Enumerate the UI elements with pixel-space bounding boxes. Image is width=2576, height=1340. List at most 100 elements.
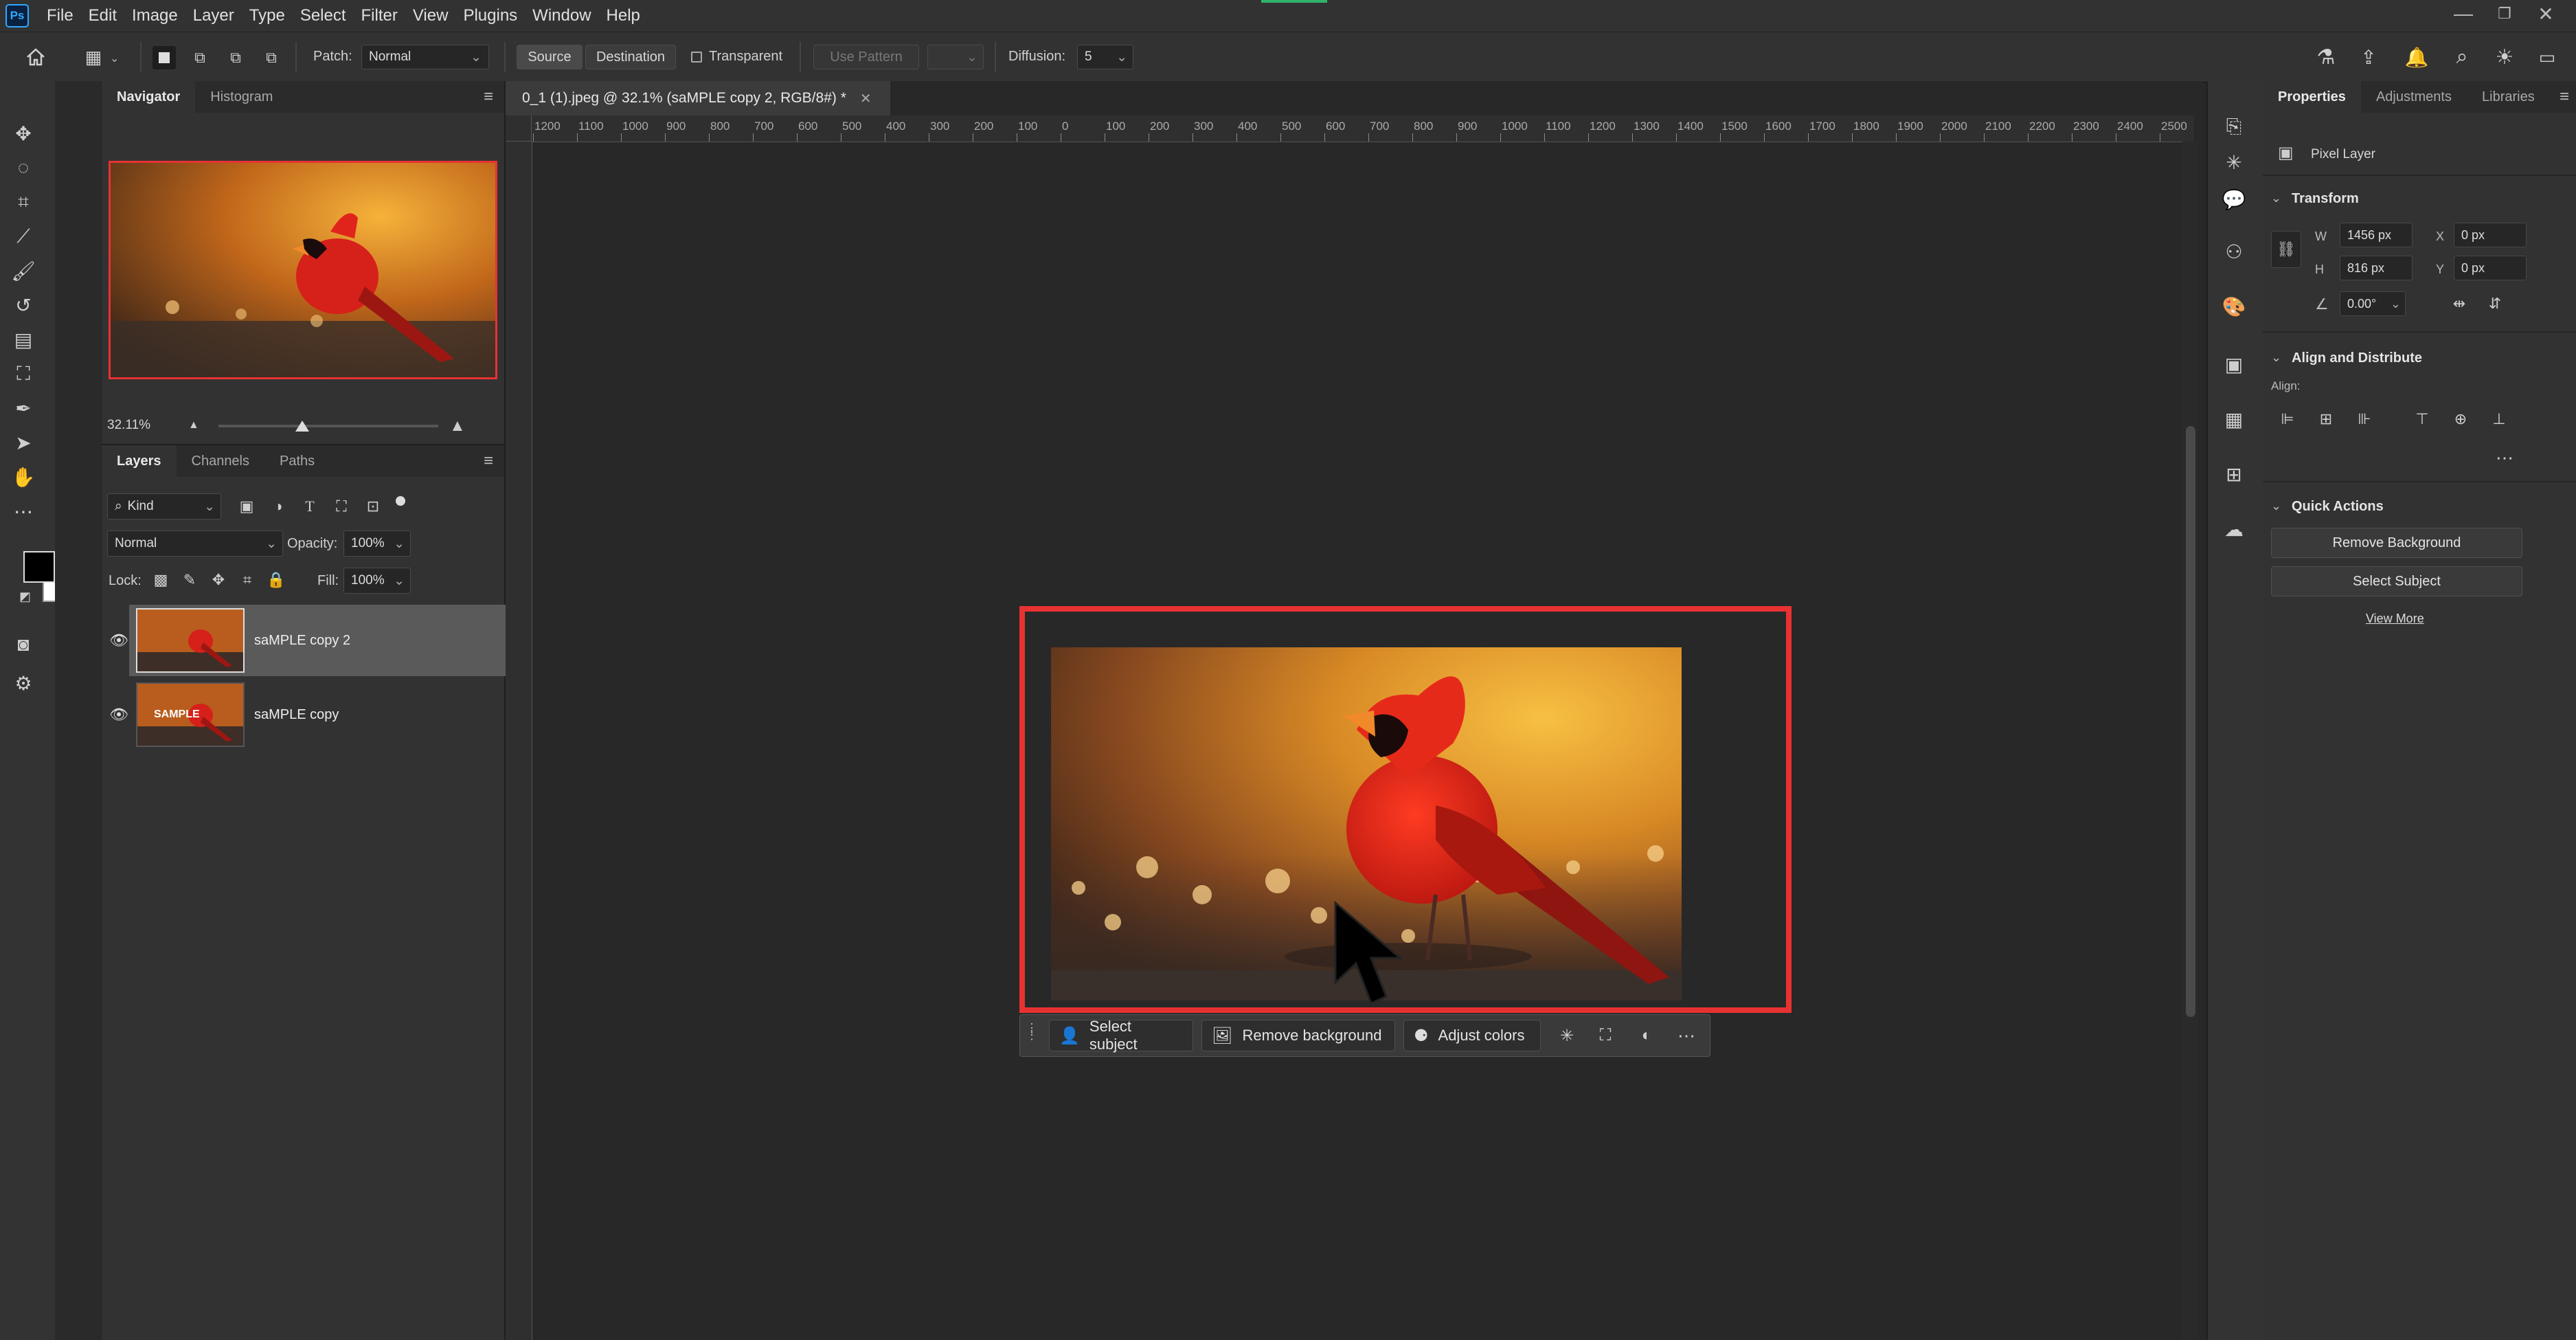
lightbulb-icon[interactable]: ☀	[2489, 42, 2520, 72]
panel-menu-icon[interactable]: ≡	[484, 81, 493, 113]
flask-icon[interactable]: ⚗	[2311, 42, 2341, 72]
diffusion-select[interactable]: 5 ⌄	[1077, 45, 1133, 69]
align-top-icon[interactable]: ⊤	[2410, 407, 2434, 432]
move-tool-icon[interactable]: ✥	[10, 120, 37, 147]
height-input[interactable]: 816 px	[2340, 256, 2413, 280]
menu-layer[interactable]: Layer	[193, 6, 234, 25]
tab-histogram[interactable]: Histogram	[195, 81, 288, 113]
table-icon[interactable]: ⊞	[2219, 459, 2249, 489]
adjust-colors-button[interactable]: ⚈ Adjust colors	[1403, 1020, 1541, 1051]
chevron-down-icon[interactable]: ⌄	[2271, 499, 2281, 513]
add-to-selection-icon[interactable]: ⧉	[188, 46, 212, 69]
filter-toggle-icon[interactable]	[396, 496, 405, 506]
more-icon[interactable]: ⋯	[1673, 1022, 1700, 1049]
align-middle-v-icon[interactable]: ⊕	[2448, 407, 2473, 432]
lasso-tool-icon[interactable]: ◌	[10, 154, 37, 181]
zoom-slider-handle[interactable]	[295, 421, 309, 432]
tab-adjustments[interactable]: Adjustments	[2361, 81, 2467, 113]
lock-all-icon[interactable]: 🔒	[265, 569, 287, 591]
menu-plugins[interactable]: Plugins	[463, 6, 517, 25]
menu-file[interactable]: File	[47, 6, 74, 25]
default-colors-icon[interactable]: ◩	[19, 590, 31, 604]
gradient-tool-icon[interactable]: ▤	[10, 326, 37, 353]
layer-name[interactable]: saMPLE copy	[254, 707, 339, 723]
foreground-color-swatch[interactable]	[23, 551, 55, 583]
angle-input[interactable]: 0.00° ⌄	[2340, 291, 2406, 316]
layer-row[interactable]: 👁 SAMPLE saMPLE copy	[102, 679, 486, 750]
remove-background-button[interactable]: 🖼 Remove background	[1201, 1020, 1395, 1051]
eyedropper-tool-icon[interactable]: ⟋	[10, 223, 37, 250]
lock-transparent-icon[interactable]: ▩	[150, 569, 172, 591]
drag-handle-icon[interactable]: ⋮ ⋮	[1026, 1022, 1038, 1048]
tab-channels[interactable]: Channels	[177, 445, 265, 477]
path-selection-tool-icon[interactable]: ➤	[10, 429, 37, 456]
filter-smart-object-icon[interactable]: ⊡	[361, 495, 385, 518]
y-input[interactable]: 0 px	[2454, 256, 2527, 280]
search-icon[interactable]: ⌕	[2447, 42, 2477, 72]
vertical-ruler[interactable]	[506, 142, 532, 1340]
chevron-down-icon[interactable]: ⌄	[2271, 191, 2281, 205]
zoom-in-icon[interactable]: ▲	[449, 416, 466, 436]
quick-actions-title[interactable]: Quick Actions	[2292, 499, 2384, 515]
new-selection-icon[interactable]	[152, 46, 176, 69]
quick-mask-icon[interactable]: ◙	[10, 631, 37, 658]
magic-wand-icon[interactable]: ✳	[1553, 1022, 1581, 1049]
width-input[interactable]: 1456 px	[2340, 223, 2413, 247]
transform-icon[interactable]: ⛶	[1592, 1022, 1619, 1049]
layer-thumbnail[interactable]	[136, 608, 245, 673]
select-subject-qa-button[interactable]: Select Subject	[2271, 566, 2522, 596]
lock-position-icon[interactable]: ✥	[207, 569, 229, 591]
align-bottom-icon[interactable]: ⊥	[2487, 407, 2511, 432]
crop-tool-icon[interactable]: ⌗	[10, 188, 37, 216]
tab-libraries[interactable]: Libraries	[2467, 81, 2550, 113]
paint-bucket-icon[interactable]: ⛶	[10, 360, 37, 388]
transform-title[interactable]: Transform	[2292, 191, 2359, 207]
menu-edit[interactable]: Edit	[89, 6, 117, 25]
intersect-selection-icon[interactable]: ⧉	[260, 46, 283, 69]
comments-icon[interactable]: 💬	[2219, 184, 2249, 214]
panel-menu-icon[interactable]: ≡	[484, 445, 493, 477]
filter-shape-icon[interactable]: ⛶	[330, 495, 353, 518]
eye-icon[interactable]: 👁	[102, 706, 136, 724]
close-icon[interactable]: ✕	[2525, 0, 2566, 27]
edit-toolbar-icon[interactable]: ⚙	[10, 669, 37, 697]
horizontal-ruler[interactable]: 1200 1100 1000 900 800 700 600 500 400 300 200 100 0…	[532, 115, 2194, 142]
align-title[interactable]: Align and Distribute	[2292, 350, 2422, 366]
filter-pixel-icon[interactable]: ▣	[235, 495, 258, 518]
align-right-icon[interactable]: ⊪	[2352, 407, 2377, 432]
hand-tool-icon[interactable]: ✋	[10, 463, 37, 491]
color-icon[interactable]: 🎨	[2219, 291, 2249, 322]
scrollbar-thumb[interactable]	[2186, 426, 2195, 1017]
link-icon[interactable]: ⛓	[2271, 231, 2301, 268]
history-icon[interactable]: ⎘	[2219, 111, 2249, 142]
menu-type[interactable]: Type	[249, 6, 285, 25]
zoom-out-icon[interactable]: ▲	[188, 419, 199, 432]
use-pattern-button[interactable]: Use Pattern	[813, 45, 919, 69]
libraries-icon[interactable]: ▦	[2219, 404, 2249, 434]
adjustments-icon[interactable]: ⚇	[2219, 236, 2249, 267]
restore-icon[interactable]: ❐	[2484, 0, 2525, 27]
layer-thumbnail[interactable]: SAMPLE	[136, 682, 245, 747]
minimize-icon[interactable]: —	[2443, 0, 2484, 27]
patch-mode-select[interactable]: Normal ⌄	[361, 45, 489, 69]
ruler-origin[interactable]	[506, 115, 532, 142]
tab-paths[interactable]: Paths	[264, 445, 330, 477]
workspace-icon[interactable]: ▭	[2532, 42, 2562, 72]
align-center-h-icon[interactable]: ⊞	[2314, 407, 2338, 432]
brush-tool-icon[interactable]: 🖌	[10, 257, 37, 284]
mask-icon[interactable]: ◐	[1633, 1022, 1660, 1049]
tab-navigator[interactable]: Navigator	[102, 81, 196, 113]
photoshop-logo-icon[interactable]: Ps	[5, 4, 29, 27]
source-button[interactable]: Source	[517, 45, 583, 69]
navigator-thumbnail[interactable]	[109, 161, 497, 379]
layer-row[interactable]: 👁 saMPLE copy 2	[102, 605, 514, 676]
pen-tool-icon[interactable]: ✒	[10, 394, 37, 422]
flip-horizontal-icon[interactable]: ⇹	[2447, 291, 2472, 316]
align-left-icon[interactable]: ⊫	[2275, 407, 2300, 432]
panel-menu-icon[interactable]: ≡	[2560, 81, 2569, 113]
x-input[interactable]: 0 px	[2454, 223, 2527, 247]
tab-properties[interactable]: Properties	[2263, 81, 2361, 113]
select-subject-button[interactable]: 👤 Select subject	[1049, 1018, 1193, 1053]
history-brush-tool-icon[interactable]: ↺	[10, 291, 37, 319]
generative-icon[interactable]: ✳	[2219, 147, 2249, 177]
